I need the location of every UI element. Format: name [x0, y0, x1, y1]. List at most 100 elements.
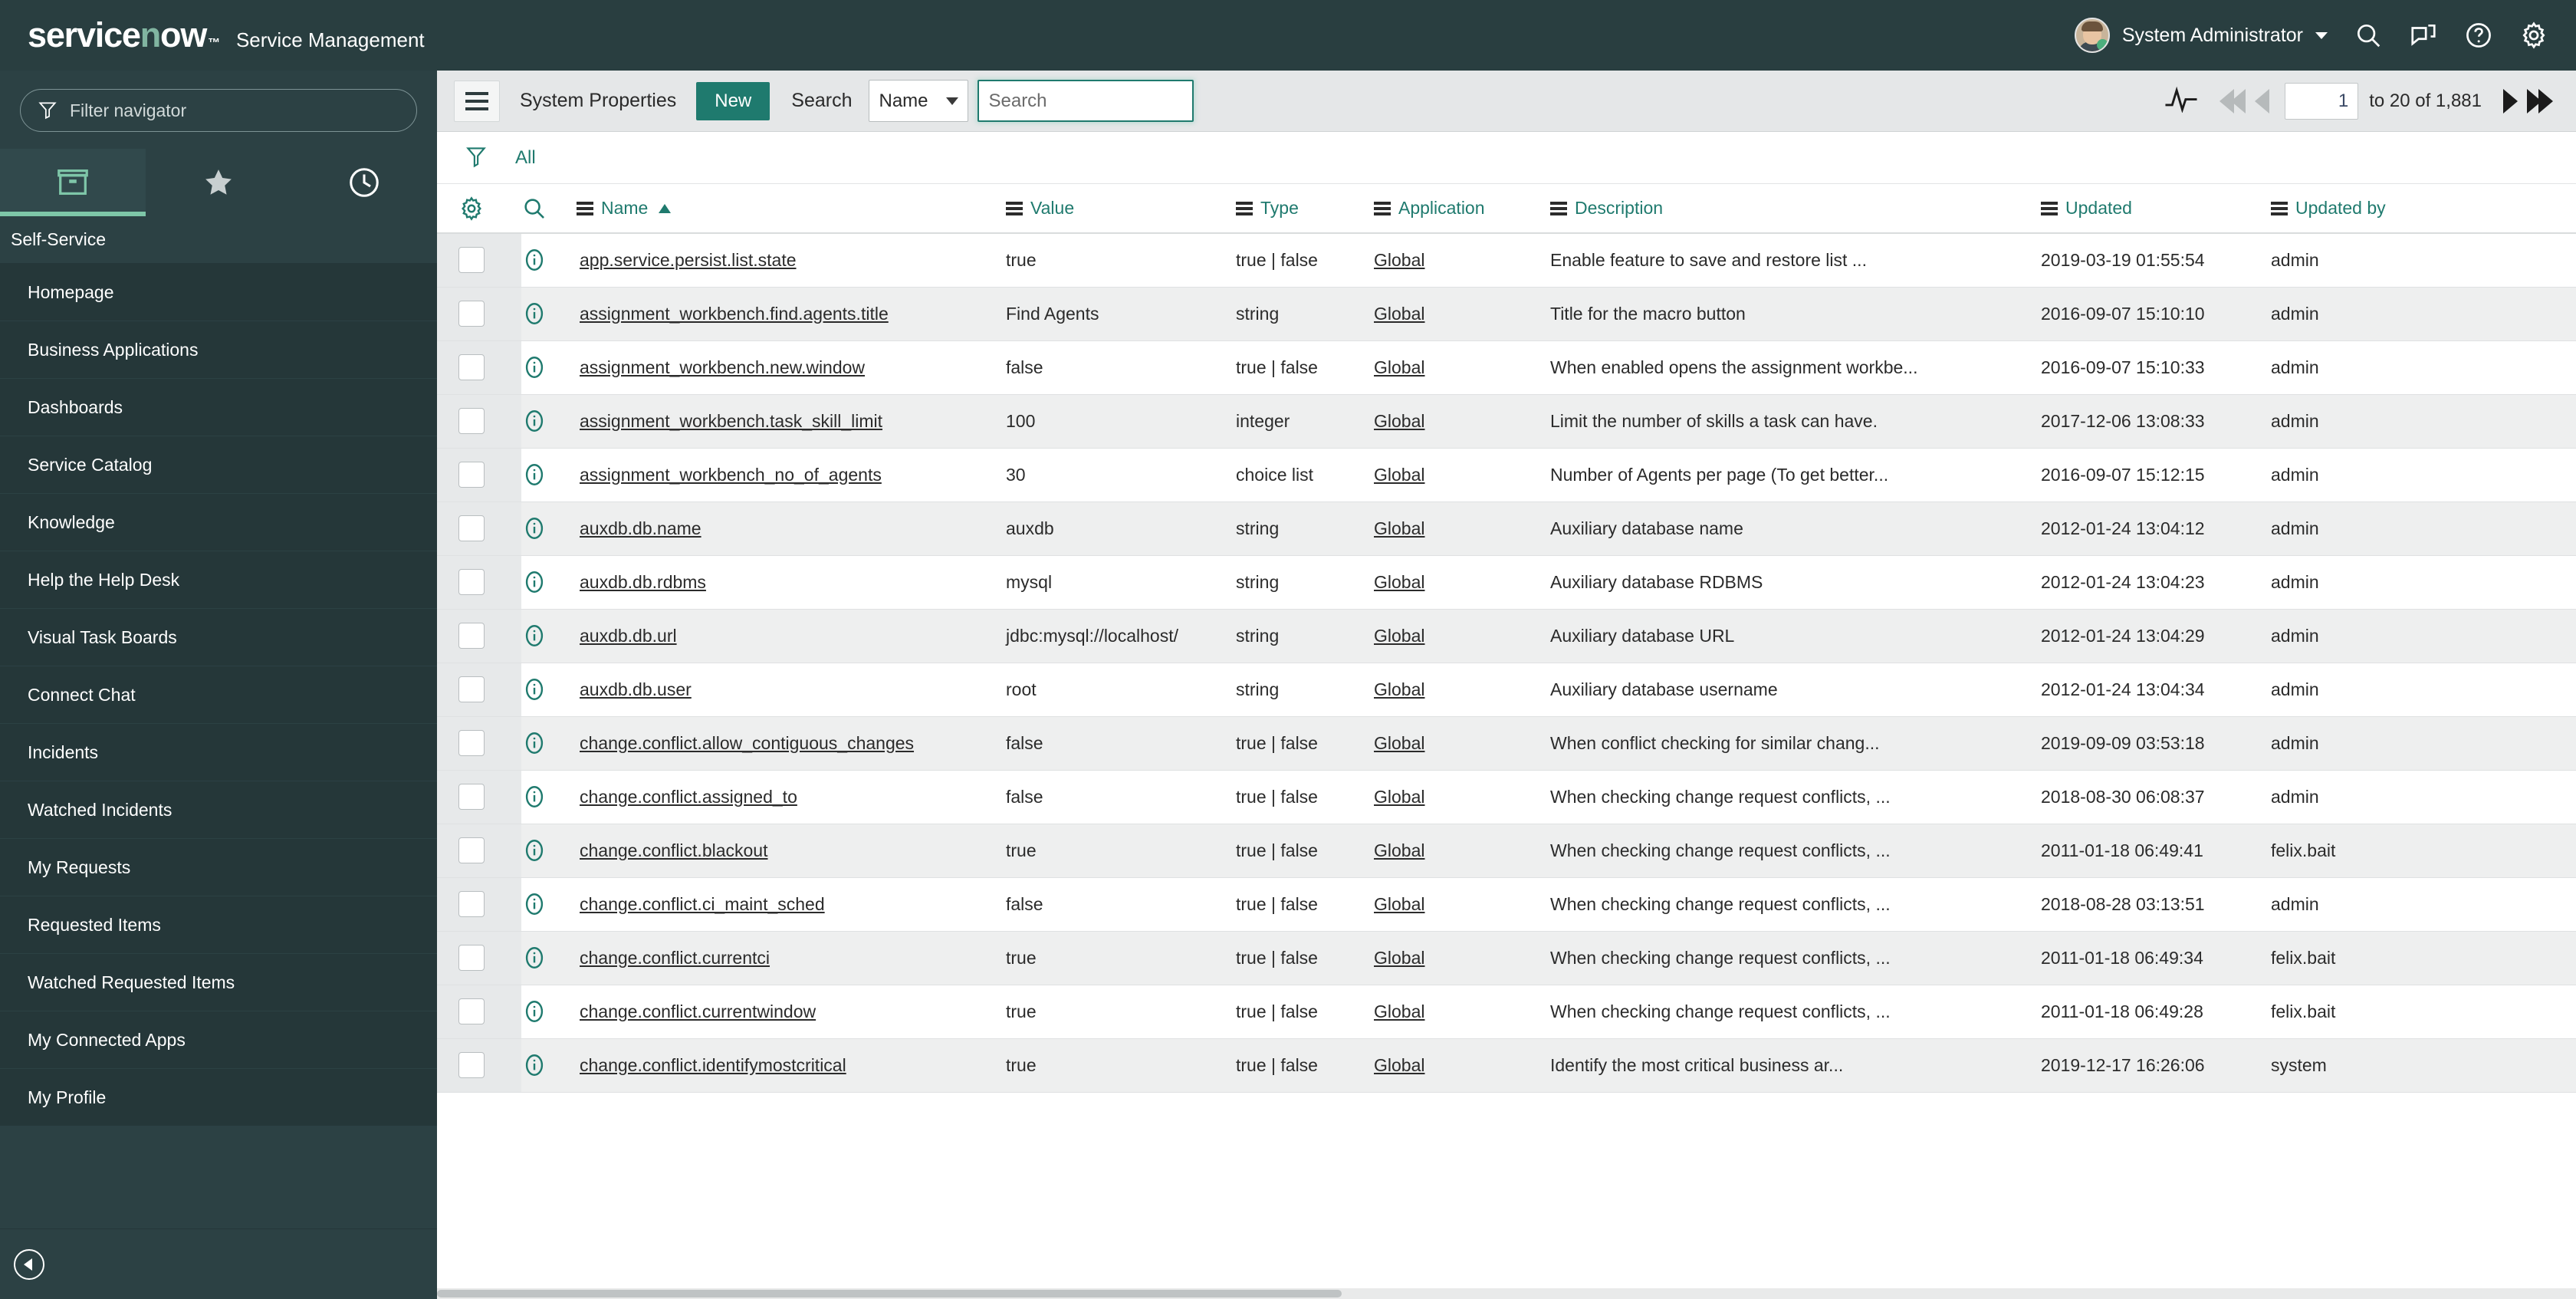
row-checkbox[interactable]: [458, 1052, 485, 1078]
scrollbar-thumb[interactable]: [437, 1290, 1342, 1297]
application-link[interactable]: Global: [1374, 518, 1424, 538]
th-updated-by[interactable]: Updated by: [2271, 184, 2576, 234]
next-page-icon[interactable]: [2499, 88, 2522, 113]
info-icon[interactable]: [521, 462, 547, 488]
search-field-select[interactable]: Name: [869, 80, 969, 122]
application-link[interactable]: Global: [1374, 1055, 1424, 1075]
help-icon[interactable]: [2464, 21, 2493, 50]
property-name-link[interactable]: auxdb.db.user: [580, 679, 692, 699]
user-menu[interactable]: System Administrator: [2074, 18, 2328, 53]
row-checkbox[interactable]: [458, 891, 485, 917]
sidebar-item-help-the-help-desk[interactable]: Help the Help Desk: [0, 551, 437, 609]
th-name[interactable]: Name: [577, 184, 1006, 234]
sidebar-item-requested-items[interactable]: Requested Items: [0, 896, 437, 954]
row-checkbox[interactable]: [458, 569, 485, 595]
th-updated[interactable]: Updated: [2041, 184, 2271, 234]
property-name-link[interactable]: change.conflict.blackout: [580, 840, 768, 860]
th-description[interactable]: Description: [1550, 184, 2041, 234]
application-link[interactable]: Global: [1374, 304, 1424, 324]
info-icon[interactable]: [521, 515, 547, 541]
magnifier-icon[interactable]: [521, 196, 547, 222]
application-link[interactable]: Global: [1374, 465, 1424, 485]
info-icon[interactable]: [521, 998, 547, 1024]
table-row[interactable]: assignment_workbench_no_of_agents 30 choic…: [437, 448, 2576, 502]
sidebar-item-homepage[interactable]: Homepage: [0, 264, 437, 321]
collapse-left-icon[interactable]: [14, 1248, 44, 1280]
hamburger-menu-icon[interactable]: [454, 80, 500, 122]
application-link[interactable]: Global: [1374, 840, 1424, 860]
page-number-input[interactable]: [2285, 82, 2359, 120]
table-row[interactable]: app.service.persist.list.state true true |…: [437, 233, 2576, 288]
th-label-updated[interactable]: Updated: [2065, 198, 2132, 219]
application-link[interactable]: Global: [1374, 357, 1424, 377]
row-checkbox[interactable]: [458, 998, 485, 1024]
application-link[interactable]: Global: [1374, 679, 1424, 699]
row-checkbox[interactable]: [458, 301, 485, 327]
personalize-gear-icon[interactable]: [458, 196, 485, 222]
property-name-link[interactable]: auxdb.db.rdbms: [580, 572, 706, 592]
sidebar-item-my-profile[interactable]: My Profile: [0, 1069, 437, 1126]
table-row[interactable]: auxdb.db.url jdbc:mysql://localhost/strin…: [437, 609, 2576, 663]
sidebar-item-dashboards[interactable]: Dashboards: [0, 379, 437, 436]
table-row[interactable]: change.conflict.ci_maint_sched false true …: [437, 877, 2576, 932]
gear-icon[interactable]: [2519, 21, 2548, 50]
column-menu-icon[interactable]: [1236, 201, 1253, 215]
all-applications-tab[interactable]: [0, 149, 146, 216]
first-page-icon[interactable]: [2215, 88, 2250, 113]
info-icon[interactable]: [521, 837, 547, 863]
filter-navigator[interactable]: [20, 89, 417, 132]
property-name-link[interactable]: change.conflict.allow_contiguous_changes: [580, 733, 914, 753]
sidebar-item-watched-requested-items[interactable]: Watched Requested Items: [0, 954, 437, 1011]
filter-breadcrumb-all[interactable]: All: [515, 147, 536, 169]
sidebar-item-connect-chat[interactable]: Connect Chat: [0, 666, 437, 724]
nav-section-self-service[interactable]: Self-Service: [0, 216, 437, 264]
sidebar-item-my-requests[interactable]: My Requests: [0, 839, 437, 896]
previous-page-icon[interactable]: [2250, 88, 2274, 113]
servicenow-logo[interactable]: servicenow ™: [28, 15, 220, 55]
table-row[interactable]: change.conflict.currentci true true | fals…: [437, 931, 2576, 985]
th-value[interactable]: Value: [1006, 184, 1236, 234]
info-icon[interactable]: [521, 730, 547, 756]
info-icon[interactable]: [521, 945, 547, 971]
property-name-link[interactable]: change.conflict.ci_maint_sched: [580, 894, 825, 914]
info-icon[interactable]: [521, 891, 547, 917]
sidebar-item-business-applications[interactable]: Business Applications: [0, 321, 437, 379]
filter-navigator-input[interactable]: [70, 100, 399, 121]
table-row[interactable]: assignment_workbench.new.window false true…: [437, 340, 2576, 395]
row-checkbox[interactable]: [458, 837, 485, 863]
new-button[interactable]: New: [696, 81, 770, 120]
row-checkbox[interactable]: [458, 945, 485, 971]
th-type[interactable]: Type: [1236, 184, 1374, 234]
row-checkbox[interactable]: [458, 515, 485, 541]
property-name-link[interactable]: assignment_workbench.new.window: [580, 357, 865, 377]
application-link[interactable]: Global: [1374, 250, 1424, 270]
row-checkbox[interactable]: [458, 784, 485, 810]
last-page-icon[interactable]: [2522, 88, 2558, 113]
th-label-updated-by[interactable]: Updated by: [2295, 198, 2386, 219]
row-checkbox[interactable]: [458, 462, 485, 488]
property-name-link[interactable]: change.conflict.currentwindow: [580, 1001, 816, 1021]
application-link[interactable]: Global: [1374, 894, 1424, 914]
table-row[interactable]: assignment_workbench.task_skill_limit 100…: [437, 394, 2576, 449]
favorites-tab[interactable]: [146, 149, 291, 216]
property-name-link[interactable]: auxdb.db.name: [580, 518, 702, 538]
sidebar-item-watched-incidents[interactable]: Watched Incidents: [0, 781, 437, 839]
property-name-link[interactable]: change.conflict.currentci: [580, 948, 770, 968]
sidebar-item-visual-task-boards[interactable]: Visual Task Boards: [0, 609, 437, 666]
table-row[interactable]: change.conflict.blackout true true | false…: [437, 824, 2576, 878]
application-link[interactable]: Global: [1374, 787, 1424, 807]
column-menu-icon[interactable]: [2271, 201, 2288, 215]
info-icon[interactable]: [521, 247, 547, 273]
property-name-link[interactable]: change.conflict.assigned_to: [580, 787, 797, 807]
search-input[interactable]: [978, 80, 1194, 122]
property-name-link[interactable]: assignment_workbench.find.agents.title: [580, 304, 889, 324]
row-checkbox[interactable]: [458, 408, 485, 434]
th-label-type[interactable]: Type: [1260, 198, 1299, 219]
column-menu-icon[interactable]: [1374, 201, 1391, 215]
row-checkbox[interactable]: [458, 354, 485, 380]
application-link[interactable]: Global: [1374, 733, 1424, 753]
row-checkbox[interactable]: [458, 247, 485, 274]
row-checkbox[interactable]: [458, 730, 485, 756]
property-name-link[interactable]: assignment_workbench.task_skill_limit: [580, 411, 882, 431]
property-name-link[interactable]: auxdb.db.url: [580, 626, 677, 646]
